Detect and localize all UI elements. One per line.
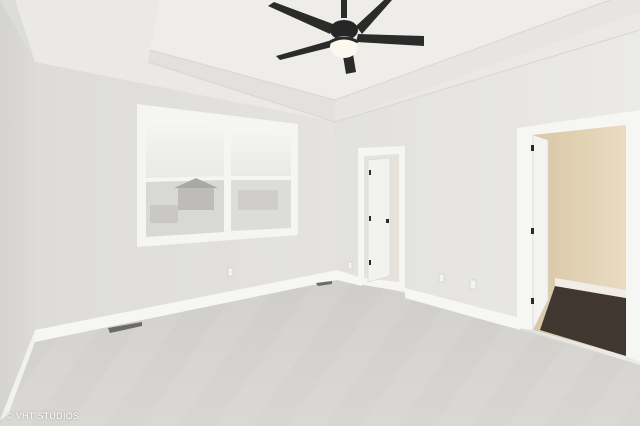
photo-watermark: © VHT STUDIOS — [6, 411, 80, 421]
hallway-doorway — [358, 146, 405, 292]
outlet-icon — [227, 267, 234, 277]
window — [137, 104, 298, 247]
door-handle-icon — [386, 219, 389, 223]
door-hinge-icon — [369, 170, 371, 175]
room-photo: © VHT STUDIOS — [0, 0, 640, 426]
closet-door-panel — [532, 134, 549, 331]
neighbor-house — [178, 186, 214, 210]
outlet-icon — [469, 279, 477, 290]
closet-doorway — [517, 110, 640, 362]
outlet-icon — [347, 261, 353, 270]
outlet-icon — [438, 273, 445, 283]
room-illustration — [0, 0, 640, 426]
